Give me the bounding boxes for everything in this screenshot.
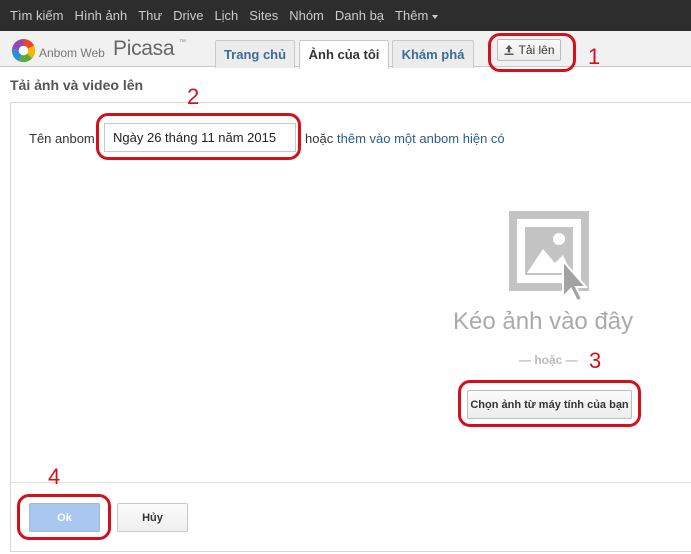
gbar-link-contacts[interactable]: Danh bạ	[335, 8, 384, 23]
google-bar: Tìm kiếm Hình ảnh Thư Drive Lịch Sites N…	[0, 0, 691, 31]
gbar-link-calendar[interactable]: Lịch	[214, 8, 238, 23]
picasa-logo-icon	[11, 38, 36, 63]
gbar-link-more[interactable]: Thêm	[395, 8, 439, 23]
gbar-link-search[interactable]: Tìm kiếm	[10, 8, 63, 23]
add-to-existing-album-link[interactable]: thêm vào một anbom hiện có	[337, 131, 505, 146]
album-name-input[interactable]	[104, 123, 296, 152]
gbar-link-drive[interactable]: Drive	[173, 8, 203, 23]
logo-text-small: Anbom Web	[39, 46, 105, 60]
annotation-number-2: 2	[187, 84, 200, 109]
upload-button-label: Tải lên	[518, 43, 555, 57]
drag-photo-icon	[509, 211, 589, 303]
ok-button[interactable]: Ok	[29, 503, 100, 532]
logo-trademark: ™	[179, 39, 186, 46]
or-text: hoặc	[305, 131, 334, 146]
gbar-link-mail[interactable]: Thư	[138, 8, 162, 23]
footer-divider	[11, 482, 691, 483]
page-title: Tải ảnh và video lên	[10, 77, 144, 93]
annotation-number-4: 4	[48, 464, 61, 489]
gbar-link-more-label: Thêm	[395, 8, 429, 23]
google-bar-links: Tìm kiếm Hình ảnh Thư Drive Lịch Sites N…	[10, 8, 449, 23]
annotation-number-1: 1	[588, 44, 601, 69]
upload-button[interactable]: Tải lên	[497, 39, 561, 61]
choose-from-computer-button[interactable]: Chọn ảnh từ máy tính của bạn	[467, 390, 632, 419]
annotation-number-3: 3	[589, 348, 602, 373]
album-name-label: Tên anbom	[29, 131, 95, 146]
gbar-link-sites[interactable]: Sites	[249, 8, 278, 23]
gbar-link-groups[interactable]: Nhóm	[289, 8, 324, 23]
tab-my-photos[interactable]: Ảnh của tôi	[299, 40, 389, 69]
gbar-link-images[interactable]: Hình ảnh	[74, 8, 127, 23]
logo-text-picasa: Picasa	[113, 37, 175, 60]
drop-zone-text: Kéo ảnh vào đây	[453, 308, 634, 335]
or-divider: — hoặc —	[519, 353, 578, 367]
cancel-button[interactable]: Hủy	[117, 503, 188, 532]
chevron-down-icon	[432, 14, 439, 19]
tab-explore[interactable]: Khám phá	[392, 40, 474, 68]
upload-icon	[504, 45, 514, 55]
tab-home[interactable]: Trang chủ	[215, 40, 295, 68]
